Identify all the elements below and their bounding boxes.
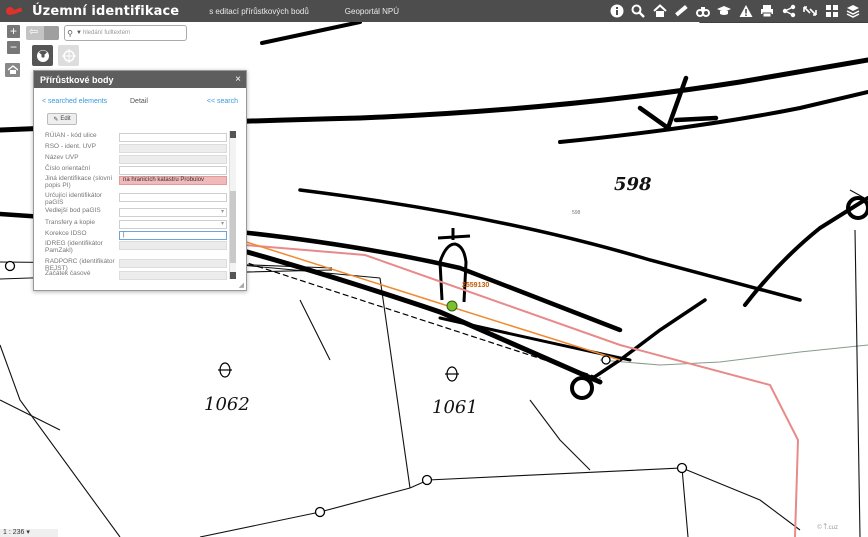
home-view-button[interactable] [5,63,20,77]
app-logo[interactable] [6,0,28,22]
field-input[interactable] [119,271,227,280]
field-label: Určující identifikátor paGIS [45,192,103,206]
edit-icon: ✎ [53,116,59,123]
field-input[interactable] [119,155,227,164]
measure-icon[interactable] [671,0,693,22]
binoculars-icon[interactable] [692,0,714,22]
parcel-label-1062: 1062 [204,394,250,415]
parcel-label-1061: 1061 [432,397,478,418]
field-input[interactable] [119,241,227,250]
edit-button[interactable]: ✎ Edit [47,113,77,125]
field-label: RSO - ident. UVP [45,143,96,150]
field-label: Vedlejší bod paGIS [45,207,101,214]
panel-header: Přírůstkové body × [34,71,246,88]
layers-icon[interactable] [843,0,865,22]
scroll-thumb[interactable] [230,191,236,263]
detail-tab: Detail [130,98,148,105]
fulltext-search[interactable]: ⚲ ▼ hledání fulltextem [64,25,187,41]
dropdown-icon[interactable]: ▼ [75,30,83,36]
point-tool-button[interactable] [58,45,79,66]
radiation-icon [36,49,49,62]
parcel-label-598: 598 [614,174,652,195]
field-input[interactable]: | [119,231,227,240]
field-label: Jiná identifikace (slovní popis PI) [45,175,113,189]
warning-icon[interactable] [735,0,757,22]
field-select[interactable]: ▾ [119,208,227,217]
point-label: 2559130 [462,282,489,289]
field-select[interactable]: ▾ [119,220,227,229]
home-icon [7,65,18,74]
chevron-down-icon: ▾ [26,529,30,536]
share-icon[interactable] [778,0,800,22]
chevron-down-icon: ▾ [220,209,224,215]
field-label: IDREG (identifikátor PamZakl) [45,240,103,254]
grid-icon[interactable] [821,0,843,22]
print-icon[interactable] [757,0,779,22]
field-label: Začátek časové [45,270,91,277]
search-icon: ⚲ [67,28,73,38]
field-input[interactable] [119,133,227,142]
small-label: 598 [572,210,581,216]
searched-elements-link[interactable]: < searched elements [42,98,107,105]
scale-select[interactable]: 1 : 236 ▾ [0,529,58,537]
chevron-down-icon: ▾ [220,221,224,227]
field-input[interactable] [119,144,227,153]
top-bar: Územní identifikace s editací přírůstkov… [0,0,868,22]
field-label: RÚIAN - kód ulice [45,132,97,139]
field-label: Číslo orientační [45,165,91,172]
swap-icon[interactable] [800,0,822,22]
field-label: Korekce IDSO [45,230,87,237]
info-icon[interactable] [606,0,628,22]
resize-handle[interactable]: ◢ [239,281,244,289]
close-icon[interactable]: × [235,74,241,85]
zoom-in-button[interactable]: + [7,25,20,38]
zoom-out-button[interactable]: − [7,41,20,54]
search-input[interactable]: hledání fulltextem [83,30,130,36]
back-button[interactable]: ⇦ [26,26,59,40]
search-icon[interactable] [628,0,650,22]
edit-points-link[interactable]: s editací přírůstkových bodů [209,7,309,16]
field-input[interactable] [119,193,227,202]
geoportal-link[interactable]: Geoportál NPÚ [345,7,399,16]
copyright: © Ť.cuz [817,525,838,531]
detail-form[interactable]: RÚIAN - kód ulice RSO - ident. UVP Název U… [42,130,237,280]
text-cursor: | [123,232,125,238]
crosshair-icon [61,48,76,63]
field-input[interactable] [119,166,227,175]
toolbar-icons [606,0,864,22]
back-arrow-icon: ⇦ [29,26,39,38]
identify-tool-button[interactable] [32,45,53,66]
search-link[interactable]: << search [207,98,238,105]
education-icon[interactable] [714,0,736,22]
field-input[interactable]: na hranicích katastru Probulov [119,176,227,185]
panel-title: Přírůstkové body [40,74,114,85]
form-scrollbar[interactable] [229,131,236,279]
field-label: Název UVP [45,154,79,161]
field-input[interactable] [119,259,227,268]
app-title[interactable]: Územní identifikace [32,4,179,19]
scroll-up-button[interactable] [230,131,236,138]
home-icon[interactable] [649,0,671,22]
field-label: Transfery a kopie [45,219,95,226]
scroll-down-button[interactable] [230,272,236,279]
incremental-points-panel: Přírůstkové body × < searched elements D… [33,70,247,291]
